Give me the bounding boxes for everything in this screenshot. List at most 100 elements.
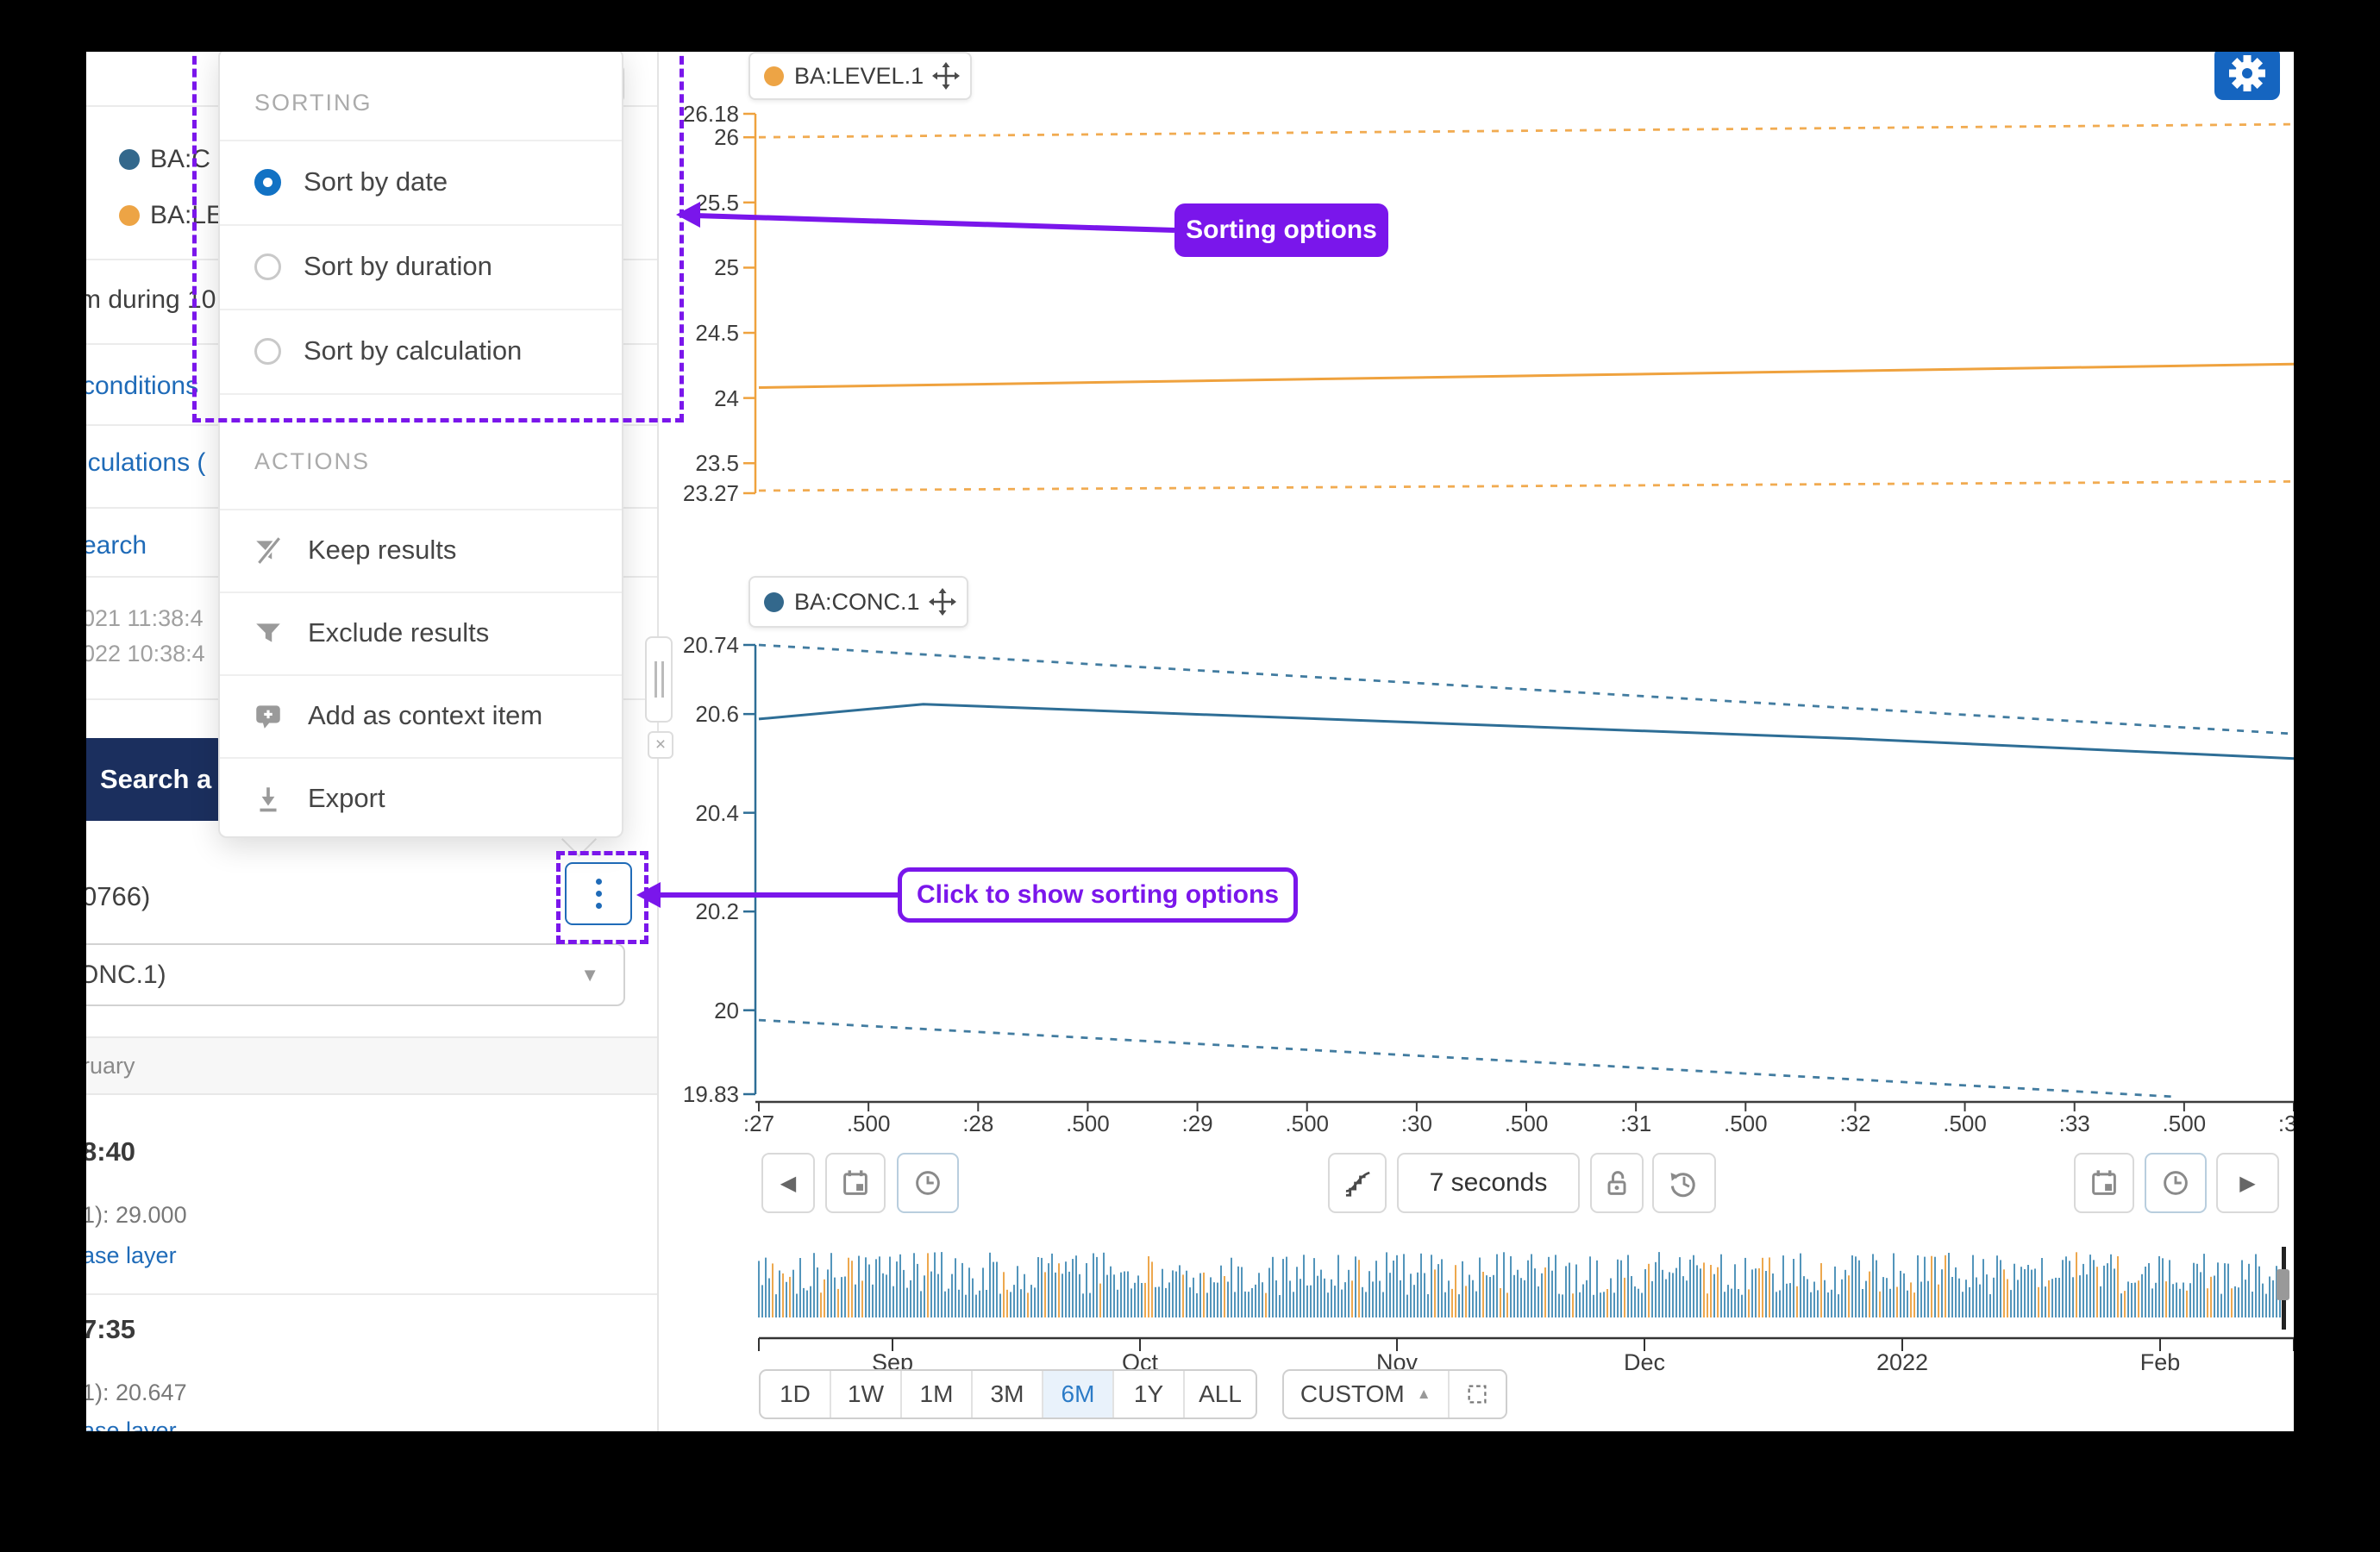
x-axis-tick-label: :28: [939, 1111, 1017, 1137]
menu-action-label: Add as context item: [308, 700, 542, 731]
chevron-up-icon: ▲: [1417, 1371, 1431, 1417]
actions-section-header: ACTIONS: [254, 448, 370, 475]
funnel-icon: [251, 616, 285, 650]
menu-action-export[interactable]: Export: [220, 762, 622, 835]
lock-duration-button[interactable]: [1590, 1153, 1644, 1213]
calendar-icon: [2089, 1167, 2120, 1198]
x-axis-tick-label: :34: [2255, 1111, 2294, 1137]
x-axis-tick-label: .500: [1049, 1111, 1126, 1137]
back-arrow-icon: ◀: [780, 1171, 796, 1196]
menu-action-label: Keep results: [308, 535, 456, 566]
divider: [86, 1293, 657, 1295]
chevron-down-icon[interactable]: ▼: [580, 945, 599, 1004]
custom-range-label: CUSTOM: [1300, 1371, 1405, 1417]
event-item-value: 1): 29.000: [86, 1202, 187, 1229]
custom-range-group: CUSTOM ▲: [1282, 1369, 1507, 1419]
legend-chip-label: BA:CONC.1: [794, 589, 920, 616]
start-date-button[interactable]: [825, 1153, 886, 1213]
panel-drag-handle[interactable]: [645, 636, 673, 723]
y-axis-tick-label: 20.4: [640, 799, 739, 827]
close-panel-button[interactable]: ×: [648, 731, 673, 759]
x-axis-tick-label: .500: [1707, 1111, 1784, 1137]
pan-left-button[interactable]: ◀: [761, 1153, 815, 1213]
divider: [220, 591, 622, 593]
click-to-show-callout: Click to show sorting options: [898, 867, 1298, 923]
gear-icon: [2225, 52, 2270, 96]
menu-action-add-as-context-item[interactable]: Add as context item: [220, 679, 622, 752]
x-axis-tick-label: :31: [1597, 1111, 1675, 1137]
range-button-1y[interactable]: 1Y: [1114, 1371, 1185, 1417]
x-axis-tick-label: :27: [720, 1111, 798, 1137]
step-preview-icon: [1341, 1167, 1374, 1199]
lock-open-icon: [1601, 1167, 1632, 1198]
end-date-button[interactable]: [2074, 1153, 2134, 1213]
conditions-link[interactable]: conditions: [86, 372, 198, 401]
x-axis-tick-label: .500: [830, 1111, 907, 1137]
x-axis-tick-label: .500: [2145, 1111, 2223, 1137]
start-time-button[interactable]: [897, 1153, 959, 1213]
sorting-highlight-dashed-box: [192, 52, 684, 422]
comment-plus-icon: [251, 698, 285, 733]
divider: [220, 674, 622, 676]
range-button-1w[interactable]: 1W: [831, 1371, 902, 1417]
group-header-label: ruary: [86, 1038, 135, 1093]
legend-dot-blue: [119, 149, 140, 170]
results-group-header: ruary: [86, 1036, 657, 1095]
history-button[interactable]: [1652, 1153, 1716, 1213]
timeline-month-label: Dec: [1588, 1349, 1700, 1376]
move-icon[interactable]: [929, 588, 956, 616]
end-time-button[interactable]: [2145, 1153, 2207, 1213]
pan-right-button[interactable]: ▶: [2216, 1153, 2279, 1213]
duration-button[interactable]: 7 seconds: [1397, 1153, 1580, 1213]
range-button-1m[interactable]: 1M: [902, 1371, 973, 1417]
funnel-slash-icon: [251, 533, 285, 567]
menu-action-keep-results[interactable]: Keep results: [220, 514, 622, 586]
x-axis-tick-label: :30: [1378, 1111, 1456, 1137]
chart-settings-button[interactable]: [2214, 52, 2280, 100]
divider: [220, 757, 622, 759]
menu-action-label: Export: [308, 783, 385, 814]
range-button-6m[interactable]: 6M: [1043, 1371, 1114, 1417]
menu-action-exclude-results[interactable]: Exclude results: [220, 597, 622, 669]
app-window: BA:C BA:LE m during 10 conditions lculat…: [86, 52, 2294, 1431]
results-count-text: 0766): [86, 881, 150, 912]
search-link[interactable]: earch: [86, 531, 147, 560]
legend-chip-ba-conc[interactable]: BA:CONC.1: [748, 576, 968, 628]
clock-icon: [912, 1167, 943, 1198]
base-layer-link[interactable]: ase layer: [86, 1417, 177, 1431]
calculations-link[interactable]: lculations (: [86, 448, 205, 478]
range-button-3m[interactable]: 3M: [973, 1371, 1043, 1417]
x-axis-tick-label: :29: [1159, 1111, 1237, 1137]
event-item-time: 7:35: [86, 1314, 135, 1345]
trend-preview-button[interactable]: [1328, 1153, 1387, 1213]
signal-select-dropdown[interactable]: ONC.1) ▼: [86, 943, 625, 1006]
legend-chip-label: BA:LEVEL.1: [794, 63, 924, 90]
y-axis-tick-label: 20.2: [640, 898, 739, 925]
dashed-frame-icon: [1464, 1381, 1490, 1407]
sorting-options-callout: Sorting options: [1174, 203, 1388, 257]
timeline-month-label: 2022: [1846, 1349, 1958, 1376]
base-layer-link[interactable]: ase layer: [86, 1242, 177, 1269]
event-item-value: 1): 20.647: [86, 1380, 187, 1406]
x-axis-tick-label: .500: [1268, 1111, 1346, 1137]
fit-range-button[interactable]: [1450, 1371, 1506, 1417]
legend-chip-ba-level[interactable]: BA:LEVEL.1: [748, 52, 972, 100]
move-icon[interactable]: [932, 62, 960, 90]
history-icon: [1668, 1167, 1700, 1199]
range-end-timestamp: 022 10:38:4: [86, 641, 205, 667]
range-button-all[interactable]: ALL: [1185, 1371, 1256, 1417]
forward-arrow-icon: ▶: [2239, 1171, 2255, 1196]
search-again-button[interactable]: Search a: [86, 738, 222, 821]
kebab-highlight-dashed-box: [556, 851, 648, 944]
range-button-1d[interactable]: 1D: [761, 1371, 831, 1417]
x-axis-tick-label: :33: [2036, 1111, 2114, 1137]
download-icon: [251, 781, 285, 816]
y-axis-tick-label: 23.27: [640, 479, 739, 507]
timeline-month-label: Feb: [2104, 1349, 2216, 1376]
series-dot-orange: [764, 66, 784, 86]
y-axis-tick-label: 23.5: [640, 449, 739, 477]
custom-range-button[interactable]: CUSTOM ▲: [1284, 1371, 1450, 1417]
legend-dot-orange: [119, 205, 140, 226]
event-item-time: 8:40: [86, 1136, 135, 1167]
y-axis-tick-label: 19.83: [640, 1080, 739, 1108]
